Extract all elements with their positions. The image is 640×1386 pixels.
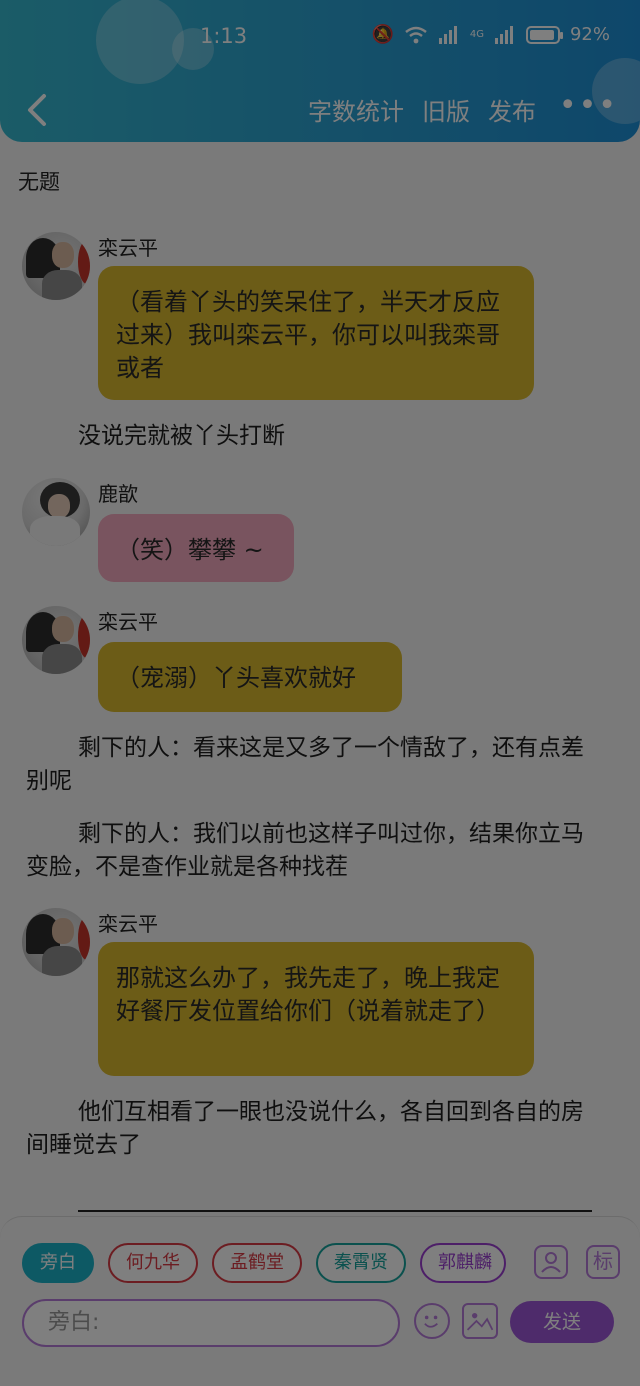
battery-fill [529,29,554,40]
chat-bubble: （看着丫头的笑呆住了，半天才反应过来）我叫栾云平，你可以叫我栾哥或者 [98,266,534,400]
signal-icon-2 [494,25,513,44]
status-bar: 1:13 🔕 4G 92% [0,18,640,54]
back-arrow-icon[interactable] [20,90,56,130]
send-button[interactable]: 发送 [510,1301,614,1343]
speaker-name: 栾云平 [98,610,158,634]
divider [78,1210,592,1212]
narration-text: 没说完就被丫头打断 [78,423,285,449]
page-title: 无题 [18,170,60,194]
nav-bar: 字数统计 旧版 发布 ••• [0,86,640,134]
speaker-name: 栾云平 [98,912,158,936]
role-chip[interactable]: 秦霄贤 [316,1243,406,1283]
status-time: 1:13 [200,24,248,48]
publish-button[interactable]: 发布 [488,92,536,127]
chat-bubble: （笑）攀攀 ~ [98,514,294,582]
network-type: 4G [469,29,484,40]
battery-icon [525,25,563,44]
role-chip-narrator[interactable]: 旁白 [22,1243,94,1283]
speaker-name: 鹿歆 [98,482,138,506]
more-menu-icon[interactable]: ••• [559,88,618,123]
status-icons: 🔕 4G 92% [371,24,610,45]
avatar[interactable] [22,908,90,976]
tag-icon[interactable]: 标 [586,1245,620,1279]
message-input[interactable]: 旁白: [22,1299,400,1347]
signal-icon [438,25,457,44]
nav-actions: 字数统计 旧版 发布 [308,92,536,127]
composer-panel: 旁白 何九华 孟鹤堂 秦霄贤 郭麒麟 标 旁白: 发送 [0,1216,640,1386]
wifi-icon [405,26,427,43]
person-icon[interactable] [534,1245,568,1279]
speaker-name: 栾云平 [98,236,158,260]
role-chip[interactable]: 孟鹤堂 [212,1243,302,1283]
role-selector: 旁白 何九华 孟鹤堂 秦霄贤 郭麒麟 [22,1243,506,1283]
emoji-icon[interactable] [414,1303,450,1339]
role-chip[interactable]: 郭麒麟 [420,1243,506,1283]
word-count-button[interactable]: 字数统计 [308,92,404,127]
screen: 1:13 🔕 4G 92% 字数统计 旧版 发布 ••• 无题 栾云平 （看着丫… [0,0,640,1386]
narration-text: 剩下的人：我们以前也这样子叫过你，结果你立马变脸，不是查作业就是各种找茬 [26,821,584,880]
mute-bell-icon: 🔕 [371,24,394,45]
image-icon[interactable] [462,1303,498,1339]
avatar[interactable] [22,232,90,300]
narration-text: 剩下的人：看来这是又多了一个情敌了，还有点差别呢 [26,735,584,794]
chat-bubble: 那就这么办了，我先走了，晚上我定好餐厅发位置给你们（说着就走了） [98,942,534,1076]
avatar[interactable] [22,606,90,674]
narration-text: 他们互相看了一眼也没说什么，各自回到各自的房间睡觉去了 [26,1099,584,1158]
avatar[interactable] [22,478,90,546]
header-bar: 1:13 🔕 4G 92% 字数统计 旧版 发布 ••• [0,0,640,142]
chat-bubble: （宠溺）丫头喜欢就好 [98,642,402,712]
battery-percent: 92% [569,24,610,45]
old-version-button[interactable]: 旧版 [422,92,470,127]
role-chip[interactable]: 何九华 [108,1243,198,1283]
